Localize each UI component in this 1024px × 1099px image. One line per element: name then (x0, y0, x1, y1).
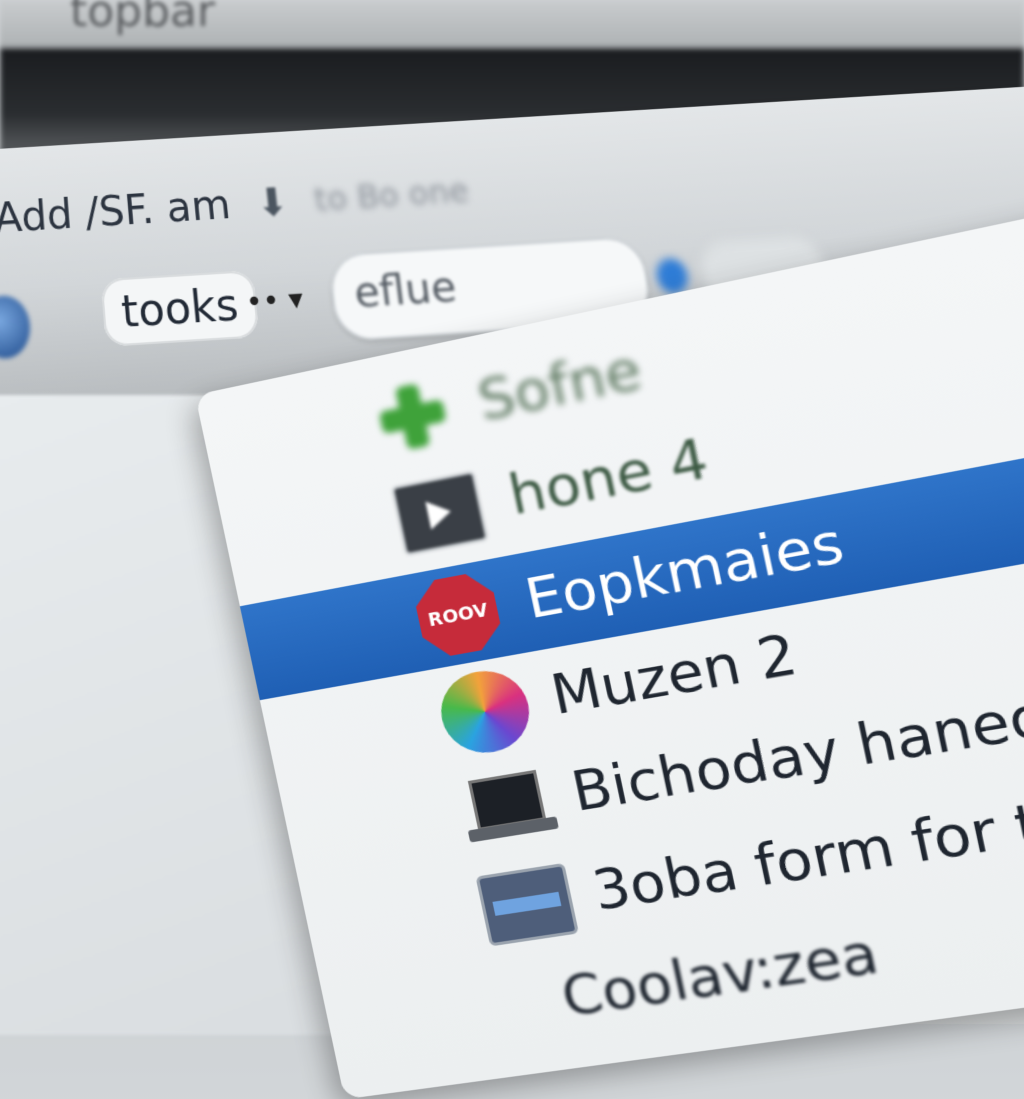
plus-icon (370, 371, 475, 469)
menu-blurred-text: to Bo one (312, 171, 471, 219)
add-menu[interactable]: Add /SF. am (0, 182, 233, 243)
search-input-value: eflue (351, 263, 460, 318)
window-title: topbar (70, 0, 216, 37)
laptop-icon (455, 764, 560, 858)
color-swirl-icon (433, 664, 539, 760)
video-icon (390, 469, 495, 566)
stop-sign-text: ROOV (426, 599, 490, 631)
stop-sign-icon: ROOV (411, 568, 516, 664)
tools-button[interactable]: tooks (100, 269, 260, 347)
download-icon[interactable]: ⬇ (254, 179, 291, 225)
search-icon[interactable] (654, 257, 691, 295)
tools-dropdown-caret[interactable]: •• ▾ (244, 281, 305, 319)
title-bar: topbar (0, 0, 1024, 48)
globe-icon[interactable] (0, 294, 33, 361)
card-icon (475, 862, 581, 957)
menu-item-label: Sofne (472, 336, 648, 434)
menu-row: Add /SF. am ⬇ to Bo one (0, 160, 472, 250)
